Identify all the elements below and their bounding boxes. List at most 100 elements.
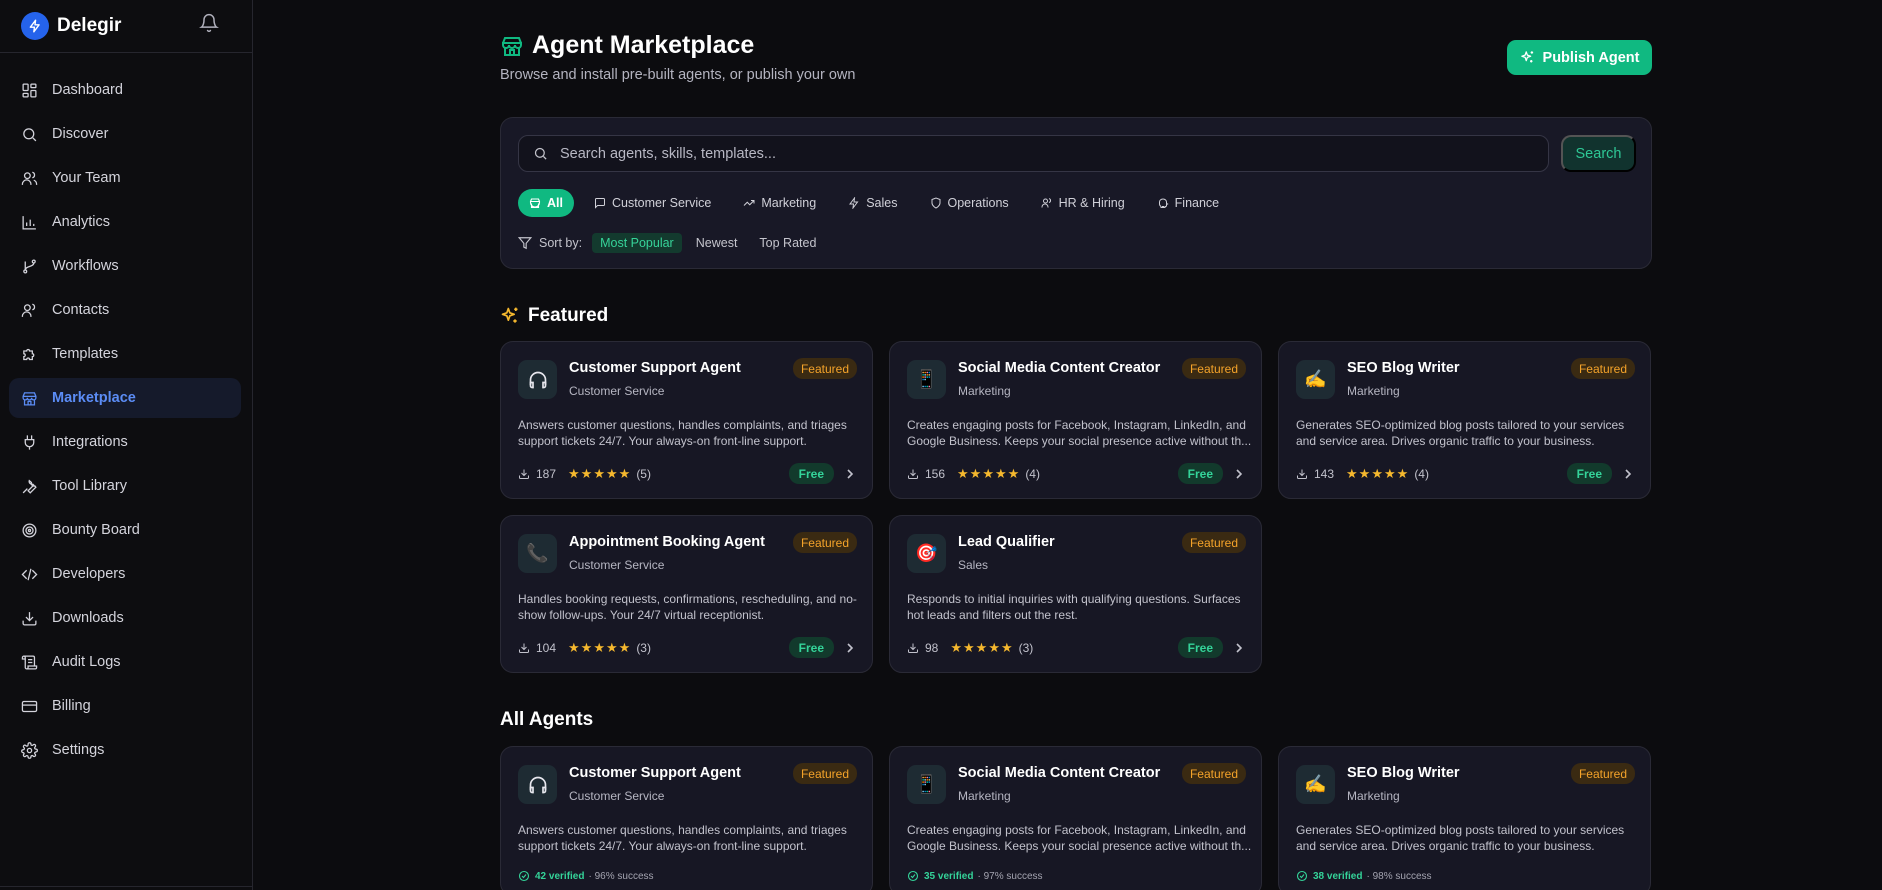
sidebar-item-analytics[interactable]: Analytics — [9, 202, 241, 242]
rating-count: (4) — [1414, 467, 1429, 481]
plug-icon — [24, 434, 35, 450]
category-label: Operations — [947, 196, 1009, 210]
success-rate: · 97% success — [977, 870, 1043, 882]
sidebar-item-label: Settings — [52, 742, 105, 758]
sidebar-divider — [0, 52, 252, 53]
category-chip-marketing[interactable]: Marketing — [731, 189, 828, 217]
check-circle-icon — [1296, 870, 1308, 882]
contacts-icon — [21, 303, 36, 317]
agent-card-customer-support[interactable]: Customer Support Agent Customer Service … — [500, 341, 873, 499]
agent-description: Answers customer questions, handles comp… — [518, 418, 847, 448]
agent-card-social-media[interactable]: 📱 Social Media Content Creator Marketing… — [889, 746, 1262, 890]
category-chip-finance[interactable]: Finance — [1145, 189, 1231, 217]
sidebar-item-label: Your Team — [52, 170, 121, 186]
price-badge: Free — [1177, 637, 1223, 658]
sidebar-item-contacts[interactable]: Contacts — [9, 290, 241, 330]
sort-option-most-popular[interactable]: Most Popular — [592, 233, 682, 253]
star-rating: ★★★★★ — [568, 466, 632, 481]
category-chip-operations[interactable]: Operations — [918, 189, 1021, 217]
featured-badge: Featured — [792, 763, 857, 784]
brand-name: Delegir — [57, 15, 122, 36]
target-icon: 🎯 — [907, 534, 946, 573]
sidebar-item-billing[interactable]: Billing — [9, 686, 241, 726]
agent-name: Customer Support Agent — [569, 360, 741, 376]
sidebar-item-label: Dashboard — [52, 82, 123, 98]
trend-icon — [743, 200, 755, 206]
store-icon — [22, 391, 37, 406]
sidebar-item-workflows[interactable]: Workflows — [9, 246, 241, 286]
sidebar-item-developers[interactable]: Developers — [9, 554, 241, 594]
shield-icon — [931, 197, 940, 209]
sparkle-icon — [501, 307, 518, 323]
chevron-right-icon[interactable] — [1234, 642, 1244, 654]
bell-icon[interactable] — [199, 13, 221, 35]
wrench-icon — [22, 478, 37, 494]
agent-card-seo-blog-writer[interactable]: ✍️ SEO Blog Writer Marketing Featured Ge… — [1278, 341, 1651, 499]
verified-count: 38 verified — [1313, 870, 1363, 882]
sidebar-item-downloads[interactable]: Downloads — [9, 598, 241, 638]
search-icon — [534, 147, 547, 160]
sidebar-item-label: Tool Library — [52, 478, 127, 494]
featured-badge: Featured — [1570, 358, 1635, 379]
page-title: Agent Marketplace — [532, 31, 755, 59]
sidebar-item-label: Contacts — [52, 302, 110, 318]
search-button[interactable]: Search — [1561, 135, 1636, 172]
agent-card-appointment-booking[interactable]: 📞 Appointment Booking Agent Customer Ser… — [500, 515, 873, 673]
success-rate: · 98% success — [1366, 870, 1432, 882]
sidebar-item-marketplace[interactable]: Marketplace — [9, 378, 241, 418]
download-icon — [519, 643, 529, 653]
sort-option-top-rated[interactable]: Top Rated — [751, 233, 824, 253]
star-rating: ★★★★★ — [568, 640, 632, 655]
chevron-right-icon[interactable] — [1623, 468, 1633, 480]
agent-card-lead-qualifier[interactable]: 🎯 Lead Qualifier Sales Featured Responds… — [889, 515, 1262, 673]
success-rate: · 96% success — [588, 870, 654, 882]
featured-badge: Featured — [1570, 763, 1635, 784]
publish-agent-button[interactable]: Publish Agent — [1507, 40, 1652, 75]
sidebar-item-settings[interactable]: Settings — [9, 730, 241, 770]
search-input[interactable] — [560, 145, 1548, 162]
agent-stats: 156 ★★★★★ (4) — [907, 466, 1040, 482]
agent-emoji: ✍️ — [1304, 774, 1327, 794]
sidebar-item-templates[interactable]: Templates — [9, 334, 241, 374]
code-icon — [21, 568, 38, 580]
target-icon — [22, 522, 37, 538]
sidebar-item-discover[interactable]: Discover — [9, 114, 241, 154]
sort-option-newest[interactable]: Newest — [688, 233, 746, 253]
category-label: HR & Hiring — [1058, 196, 1125, 210]
category-label: Sales — [866, 196, 898, 210]
agent-card-social-media[interactable]: 📱 Social Media Content Creator Marketing… — [889, 341, 1262, 499]
category-chip-customer-service[interactable]: Customer Service — [582, 189, 723, 217]
category-chip-all[interactable]: All — [518, 189, 574, 217]
sidebar-item-dashboard[interactable]: Dashboard — [9, 70, 241, 110]
search-field[interactable] — [518, 135, 1549, 172]
agent-name: Social Media Content Creator — [958, 765, 1161, 781]
agent-name: Lead Qualifier — [958, 534, 1055, 550]
search-icon — [23, 127, 37, 141]
download-count: 143 — [1314, 467, 1335, 481]
category-chip-sales[interactable]: Sales — [836, 189, 909, 217]
chevron-right-icon[interactable] — [845, 642, 855, 654]
sidebar-item-tool-library[interactable]: Tool Library — [9, 466, 241, 506]
agent-card-customer-support[interactable]: Customer Support Agent Customer Service … — [500, 746, 873, 890]
agent-emoji: 📱 — [915, 774, 938, 794]
sidebar-item-audit-logs[interactable]: Audit Logs — [9, 642, 241, 682]
sidebar-item-integrations[interactable]: Integrations — [9, 422, 241, 462]
download-icon — [519, 469, 529, 479]
agent-card-seo-blog-writer[interactable]: ✍️ SEO Blog Writer Marketing Featured Ge… — [1278, 746, 1651, 890]
agent-emoji: 📞 — [526, 543, 549, 563]
verification-stats: 35 verified · 97% success — [907, 870, 1043, 882]
check-circle-icon — [518, 870, 530, 882]
sidebar-item-bounty-board[interactable]: Bounty Board — [9, 510, 241, 550]
check-circle-icon — [907, 870, 919, 882]
agent-category: Customer Service — [569, 789, 665, 803]
brand[interactable]: Delegir — [21, 11, 121, 41]
sparkle-icon — [1520, 51, 1533, 63]
agent-category: Marketing — [958, 789, 1011, 803]
chevron-right-icon[interactable] — [1234, 468, 1244, 480]
headphones-icon — [518, 765, 557, 804]
sidebar-item-your-team[interactable]: Your Team — [9, 158, 241, 198]
agent-description: Generates SEO-optimized blog posts tailo… — [1296, 418, 1625, 448]
category-chip-hr-hiring[interactable]: HR & Hiring — [1029, 189, 1137, 217]
mobile-phone-icon: 📱 — [907, 360, 946, 399]
chevron-right-icon[interactable] — [845, 468, 855, 480]
